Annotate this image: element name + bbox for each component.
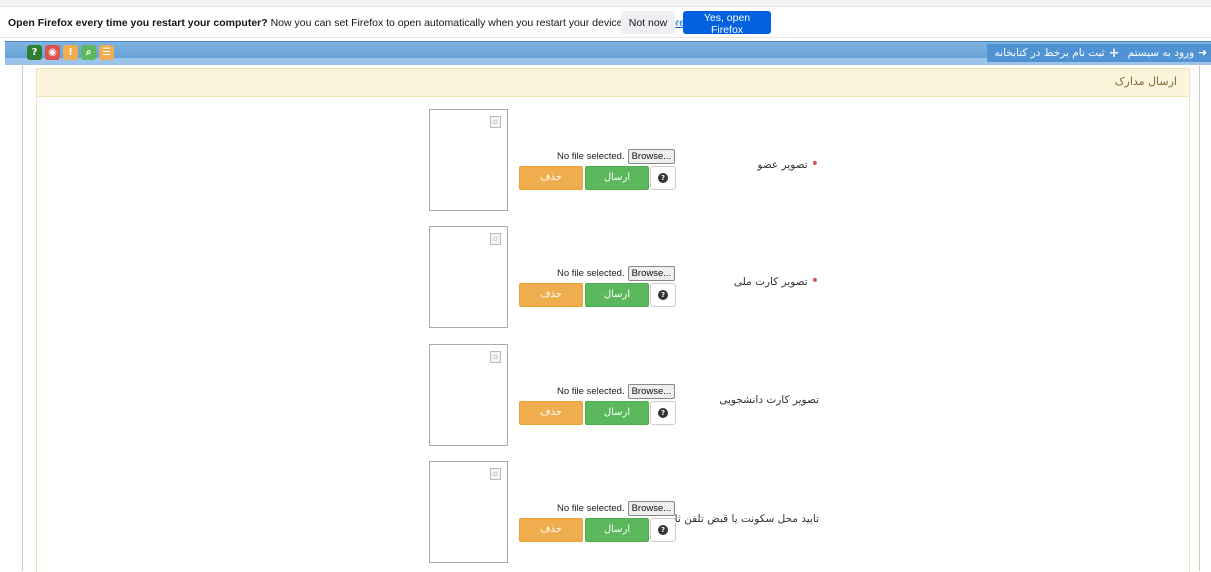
file-status: No file selected. (557, 386, 625, 397)
document-label-text: تصویر عضو (757, 159, 808, 171)
send-button[interactable]: ارسال (585, 401, 649, 425)
question-icon: ? (658, 173, 668, 183)
file-status: No file selected. (557, 268, 625, 279)
navbar-auth-links: ➜ ورود به سیستم + ثبت نام برخط در کتابخا… (986, 44, 1211, 62)
file-input[interactable]: No file selected. Browse... (557, 501, 676, 516)
login-icon: ➜ (1198, 47, 1207, 59)
send-button[interactable]: ارسال (585, 166, 649, 190)
toolbar-edge (0, 0, 1211, 7)
help-button[interactable]: ? (650, 518, 676, 542)
file-status: No file selected. (557, 151, 625, 162)
question-icon: ? (658, 290, 668, 300)
document-preview: ▫ (429, 109, 508, 211)
document-label-text: تایید محل سکونت یا قبض تلفن ثابت (661, 513, 819, 525)
panel-header: ارسال مدارک (37, 69, 1189, 97)
file-input[interactable]: No file selected. Browse... (557, 266, 676, 281)
notification-text: Now you can set Firefox to open automati… (267, 17, 626, 29)
not-now-button[interactable]: Not now (621, 11, 675, 34)
broken-image-icon: ▫ (490, 116, 501, 128)
browse-button[interactable]: Browse... (627, 501, 676, 516)
register-link[interactable]: ثبت نام برخط در کتابخانه (995, 47, 1105, 59)
delete-button[interactable]: حذف (519, 283, 583, 307)
document-label: تایید محل سکونت یا قبض تلفن ثابت (661, 513, 819, 525)
document-preview: ▫ (429, 344, 508, 446)
question-icon: ? (658, 408, 668, 418)
help-button[interactable]: ? (650, 166, 676, 190)
file-input[interactable]: No file selected. Browse... (557, 149, 676, 164)
help-button[interactable]: ? (650, 401, 676, 425)
broken-image-icon: ▫ (490, 233, 501, 245)
file-input[interactable]: No file selected. Browse... (557, 384, 676, 399)
document-label-text: تصویر کارت ملی (733, 276, 808, 288)
file-status: No file selected. (557, 503, 625, 514)
help-icon[interactable]: ? (27, 45, 42, 60)
search-icon[interactable]: ⌕ (81, 45, 96, 60)
browse-button[interactable]: Browse... (627, 384, 676, 399)
delete-button[interactable]: حذف (519, 401, 583, 425)
document-label-text: تصویر کارت دانشجویی (719, 394, 819, 406)
send-button[interactable]: ارسال (585, 518, 649, 542)
document-label: •تصویر کارت ملی (733, 273, 819, 289)
broken-image-icon: ▫ (490, 351, 501, 363)
plus-icon: + (1108, 45, 1120, 61)
globe-icon[interactable]: ◉ (45, 45, 60, 60)
document-preview: ▫ (429, 461, 508, 563)
list-icon[interactable]: ☰ (99, 45, 114, 60)
documents-panel: ارسال مدارک •تصویر عضو ▫ No file selecte… (36, 68, 1190, 572)
browse-button[interactable]: Browse... (627, 266, 676, 281)
question-icon: ? (658, 525, 668, 535)
help-button[interactable]: ? (650, 283, 676, 307)
panel-title: ارسال مدارک (1114, 75, 1177, 88)
required-marker: • (810, 156, 819, 172)
send-button[interactable]: ارسال (585, 283, 649, 307)
info-icon[interactable]: ! (63, 45, 78, 60)
login-link[interactable]: ورود به سیستم (1128, 47, 1195, 59)
required-marker: • (810, 273, 819, 289)
delete-button[interactable]: حذف (519, 166, 583, 190)
top-navbar: ? ◉ ! ⌕ ☰ ➜ ورود به سیستم + ثبت نام برخط… (5, 41, 1211, 65)
delete-button[interactable]: حذف (519, 518, 583, 542)
document-label: تصویر کارت دانشجویی (719, 394, 819, 406)
firefox-notification-bar: Open Firefox every time you restart your… (0, 0, 1211, 38)
browse-button[interactable]: Browse... (627, 149, 676, 164)
document-label: •تصویر عضو (757, 156, 819, 172)
yes-open-firefox-button[interactable]: Yes, open Firefox (683, 11, 771, 36)
document-preview: ▫ (429, 226, 508, 328)
broken-image-icon: ▫ (490, 468, 501, 480)
notification-question: Open Firefox every time you restart your… (8, 17, 268, 29)
firefox-notification-message: Open Firefox every time you restart your… (8, 17, 685, 29)
